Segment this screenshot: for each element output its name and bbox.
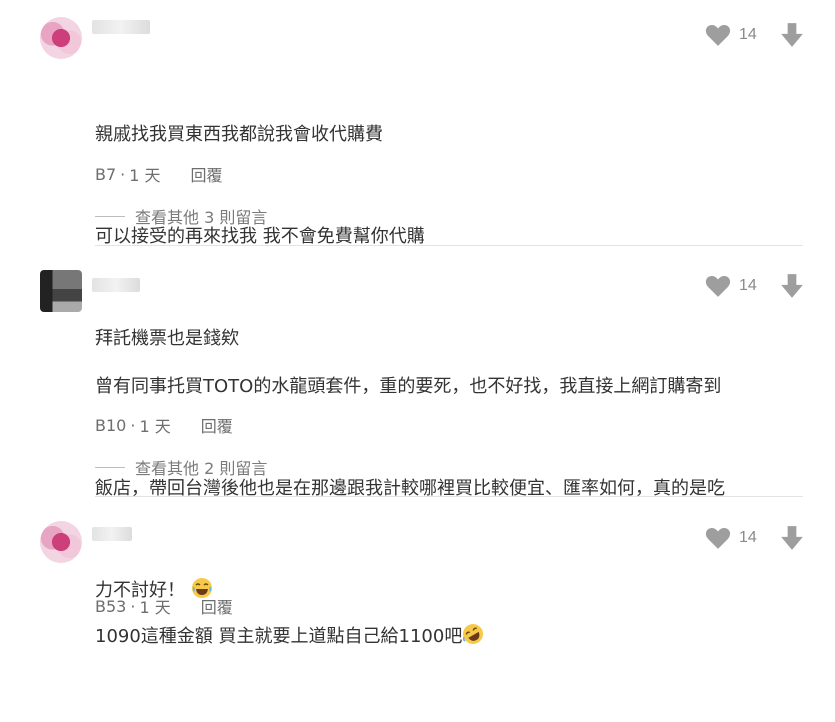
comment-meta: B10 · 1 天 回覆 bbox=[95, 413, 233, 437]
divider bbox=[95, 496, 803, 497]
reply-button[interactable]: 回覆 bbox=[191, 162, 223, 186]
comment-actions: 14 bbox=[705, 273, 805, 299]
like-count: 14 bbox=[739, 277, 757, 294]
username-blurred[interactable] bbox=[92, 278, 140, 292]
meta-separator: · bbox=[120, 164, 126, 184]
like-count: 14 bbox=[739, 26, 757, 43]
view-more-label: 查看其他 3 則留言 bbox=[135, 208, 268, 227]
username-blurred[interactable] bbox=[92, 527, 132, 541]
comment-line: 1090這種金額 買主就要上道點自己給1100吧 bbox=[95, 626, 463, 647]
rofl-emoji-icon bbox=[463, 624, 484, 644]
comment-line-with-emoji: 1090這種金額 買主就要上道點自己給1100吧 bbox=[95, 620, 795, 654]
timestamp: 1 天 bbox=[139, 417, 171, 436]
comment-line: 親戚找我買東西我都說我會收代購費 bbox=[95, 124, 383, 145]
heart-icon[interactable] bbox=[705, 274, 731, 298]
reply-button[interactable]: 回覆 bbox=[201, 594, 233, 618]
heart-icon[interactable] bbox=[705, 526, 731, 550]
avatar[interactable] bbox=[40, 521, 82, 563]
dash-line bbox=[95, 215, 125, 217]
comment-meta: B7 · 1 天 回覆 bbox=[95, 162, 223, 186]
floor-number: B7 bbox=[95, 164, 117, 184]
divider bbox=[95, 245, 803, 246]
floor-number: B10 bbox=[95, 415, 127, 435]
comment-actions: 14 bbox=[705, 525, 805, 551]
meta-separator: · bbox=[130, 415, 136, 435]
dash-line bbox=[95, 466, 125, 468]
view-more-replies[interactable]: 查看其他 3 則留言 bbox=[95, 204, 267, 228]
timestamp: 1 天 bbox=[129, 166, 161, 185]
meta-separator: · bbox=[130, 596, 136, 616]
arrow-down-icon[interactable] bbox=[779, 273, 805, 299]
like-count: 14 bbox=[739, 529, 757, 546]
arrow-down-icon[interactable] bbox=[779, 22, 805, 48]
comment-text: 1090這種金額 買主就要上道點自己給1100吧 bbox=[95, 552, 795, 722]
view-more-label: 查看其他 2 則留言 bbox=[135, 459, 268, 478]
heart-icon[interactable] bbox=[705, 23, 731, 47]
comment-line: 曾有同事托買TOTO的水龍頭套件，重的要死，也不好找，我直接上網訂購寄到 bbox=[95, 376, 722, 397]
comment-actions: 14 bbox=[705, 22, 805, 48]
comment-meta: B53 · 1 天 回覆 bbox=[95, 594, 233, 618]
view-more-replies[interactable]: 查看其他 2 則留言 bbox=[95, 455, 267, 479]
floor-number: B53 bbox=[95, 596, 127, 616]
arrow-down-icon[interactable] bbox=[779, 525, 805, 551]
username-blurred[interactable] bbox=[92, 20, 150, 34]
timestamp: 1 天 bbox=[139, 598, 171, 617]
reply-button[interactable]: 回覆 bbox=[201, 413, 233, 437]
avatar[interactable] bbox=[40, 270, 82, 312]
avatar[interactable] bbox=[40, 17, 82, 59]
